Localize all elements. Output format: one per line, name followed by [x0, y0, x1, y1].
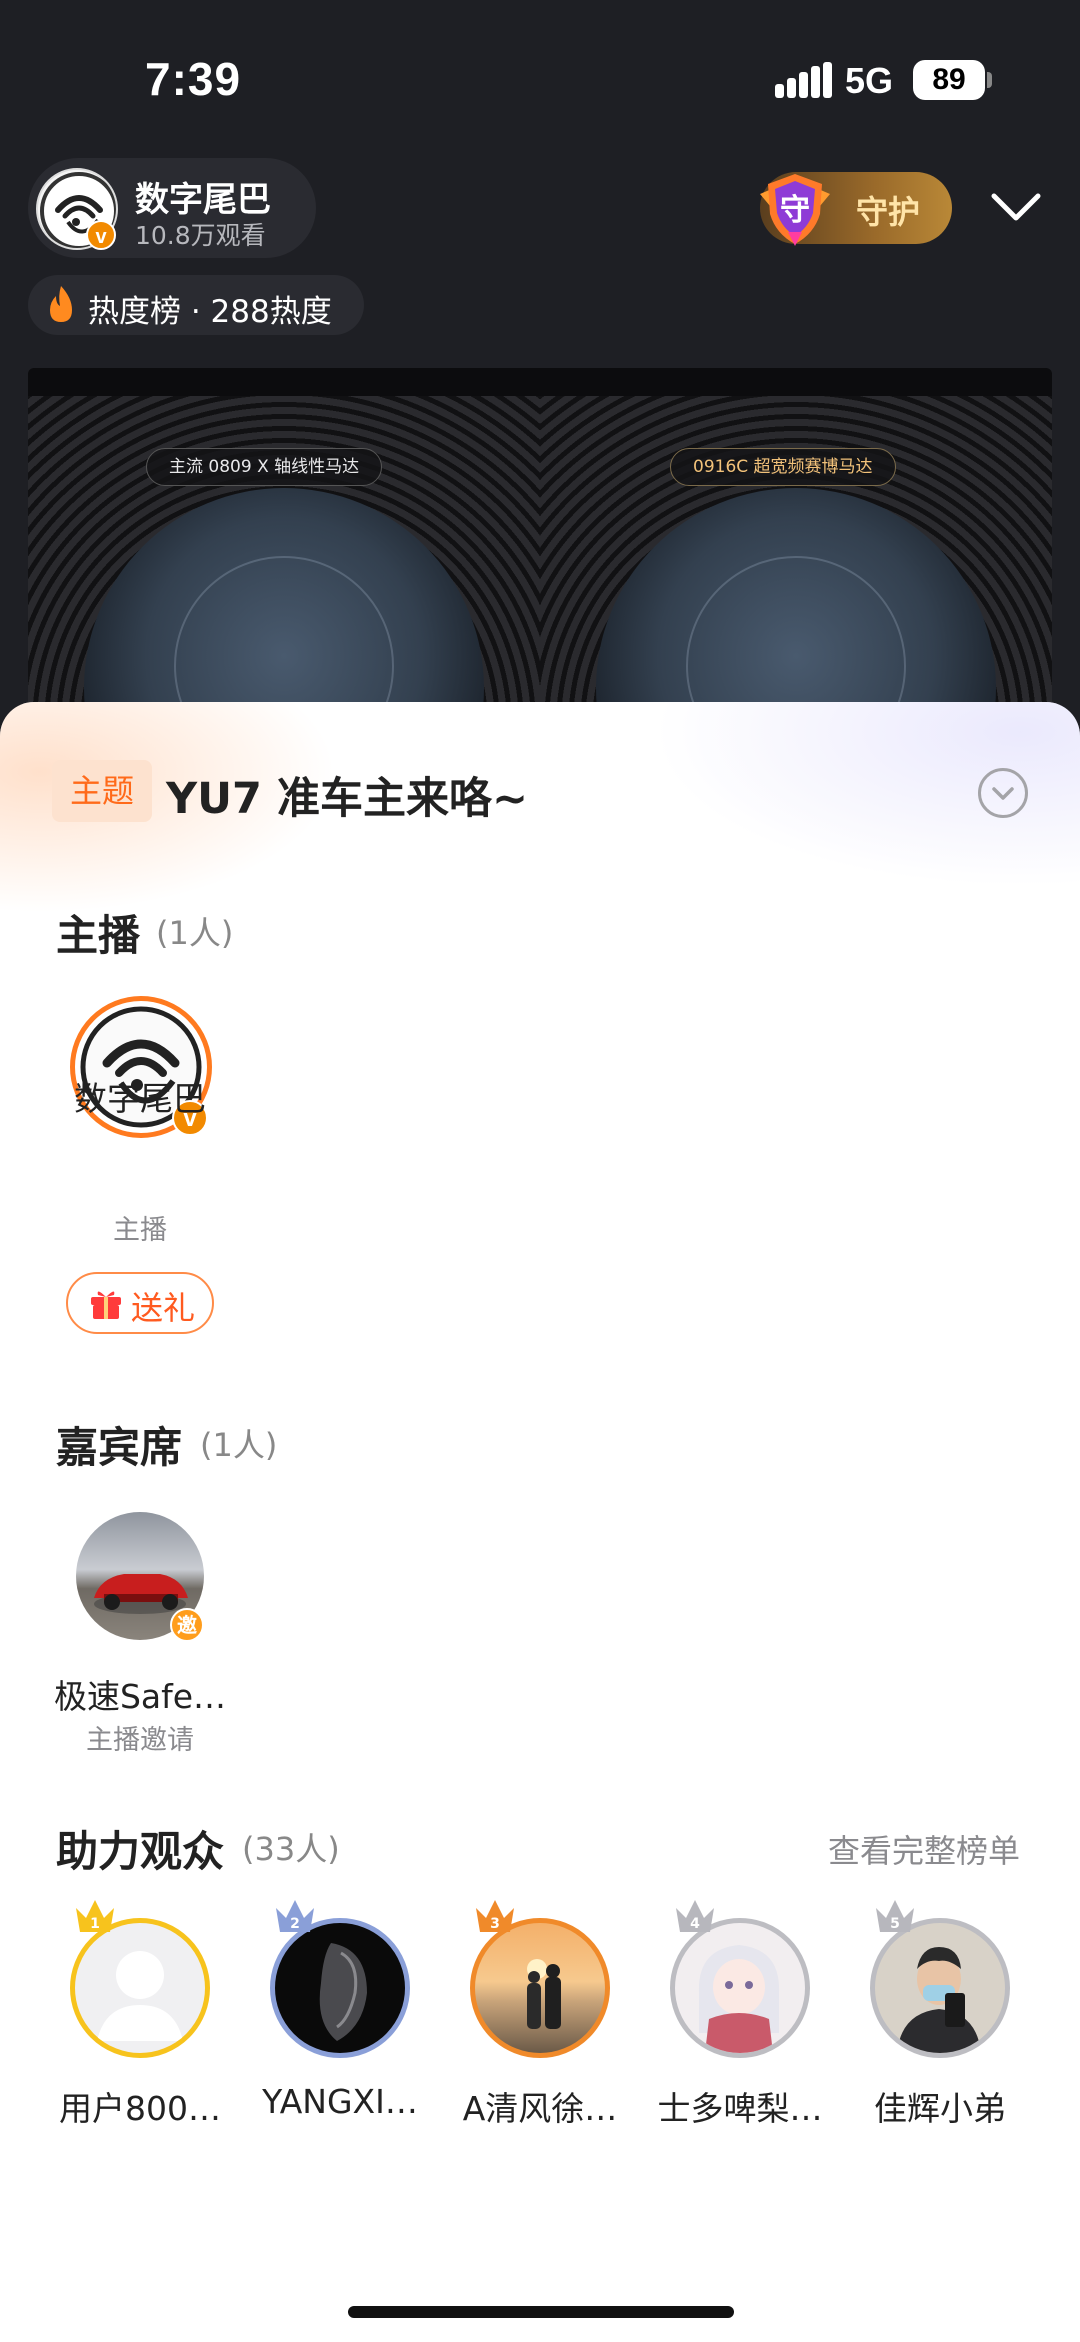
home-indicator[interactable]	[348, 2306, 734, 2318]
guest-section-count: (1人)	[200, 1426, 278, 1464]
topic-title: YU7 准车主来咯~	[166, 774, 528, 824]
chevron-down-icon[interactable]	[988, 186, 1044, 226]
live-info-sheet: 主题 YU7 准车主来咯~ 主播 (1人) v 数字尾巴 主播 送礼 嘉宾席 (…	[0, 702, 1080, 2342]
rank-number: 5	[890, 1916, 900, 1932]
invited-badge: 邀	[170, 1608, 204, 1642]
crown-icon: 1	[76, 1900, 114, 1932]
signal-icon	[775, 62, 832, 98]
topic-expand-button[interactable]	[978, 768, 1028, 818]
view-full-ranking-link[interactable]: 查看完整榜单	[828, 1826, 1020, 1872]
crown-icon: 2	[276, 1900, 314, 1932]
rank-number: 1	[90, 1916, 100, 1932]
battery-icon: 89	[913, 60, 985, 100]
hot-rank-label: 热度榜 · 288热度	[88, 294, 332, 330]
verified-icon: v	[86, 220, 116, 250]
flame-icon	[50, 286, 72, 322]
rank-number: 3	[490, 1916, 500, 1932]
guest-name-label: 极速Safe…	[53, 1677, 227, 1716]
gift-icon	[91, 1291, 121, 1319]
audience-name-3: A清风徐…	[462, 2089, 618, 2128]
audience-name-2: YANGXI…	[262, 2082, 418, 2121]
chevron-down-icon	[992, 787, 1014, 800]
audience-section-count: (33人)	[242, 1830, 340, 1868]
rank-number: 2	[290, 1916, 300, 1932]
audience-name-1: 用户800…	[59, 2089, 221, 2128]
guard-shield-icon: 守	[760, 174, 830, 246]
viewer-count: 10.8万观看	[135, 221, 266, 250]
network-label: 5G	[845, 60, 894, 101]
video-right-motor: 0916C 超宽频赛博马达	[540, 396, 1052, 708]
audience-avatar-1[interactable]	[70, 1918, 210, 2058]
send-gift-label: 送礼	[131, 1289, 196, 1327]
host-name-label: 数字尾巴	[74, 1079, 206, 1118]
host-section-title: 主播	[56, 911, 141, 960]
host-section-count: (1人)	[156, 914, 234, 952]
status-time: 7:39	[145, 53, 242, 105]
audience-name-5: 佳辉小弟	[874, 2089, 1006, 2128]
crown-icon: 4	[676, 1900, 714, 1932]
audience-section-title: 助力观众	[56, 1827, 225, 1876]
audience-avatar-2[interactable]	[270, 1918, 410, 2058]
topic-badge: 主题	[52, 760, 152, 822]
guard-shield-char: 守	[780, 193, 810, 228]
guest-role-label: 主播邀请	[86, 1725, 194, 1756]
audience-avatar-3[interactable]	[470, 1918, 610, 2058]
video-tag-right: 0916C 超宽频赛博马达	[670, 448, 896, 486]
video-left-motor: 主流 0809 X 轴线性马达	[28, 396, 540, 708]
audience-name-4: 士多啤梨…	[657, 2089, 823, 2128]
crown-icon: 5	[876, 1900, 914, 1932]
video-tag-left: 主流 0809 X 轴线性马达	[146, 448, 383, 486]
guest-section-title: 嘉宾席	[56, 1423, 183, 1472]
battery-tip	[987, 72, 992, 88]
audience-avatar-5[interactable]	[870, 1918, 1010, 2058]
rank-number: 4	[690, 1916, 700, 1932]
video-player[interactable]: 主流 0809 X 轴线性马达 0916C 超宽频赛博马达	[28, 368, 1052, 708]
crown-icon: 3	[476, 1900, 514, 1932]
host-name: 数字尾巴	[135, 180, 271, 220]
guard-label: 守护	[856, 193, 921, 231]
status-bar: 7:39 5G 89	[0, 0, 1080, 150]
host-role-label: 主播	[113, 1215, 167, 1246]
audience-avatar-4[interactable]	[670, 1918, 810, 2058]
